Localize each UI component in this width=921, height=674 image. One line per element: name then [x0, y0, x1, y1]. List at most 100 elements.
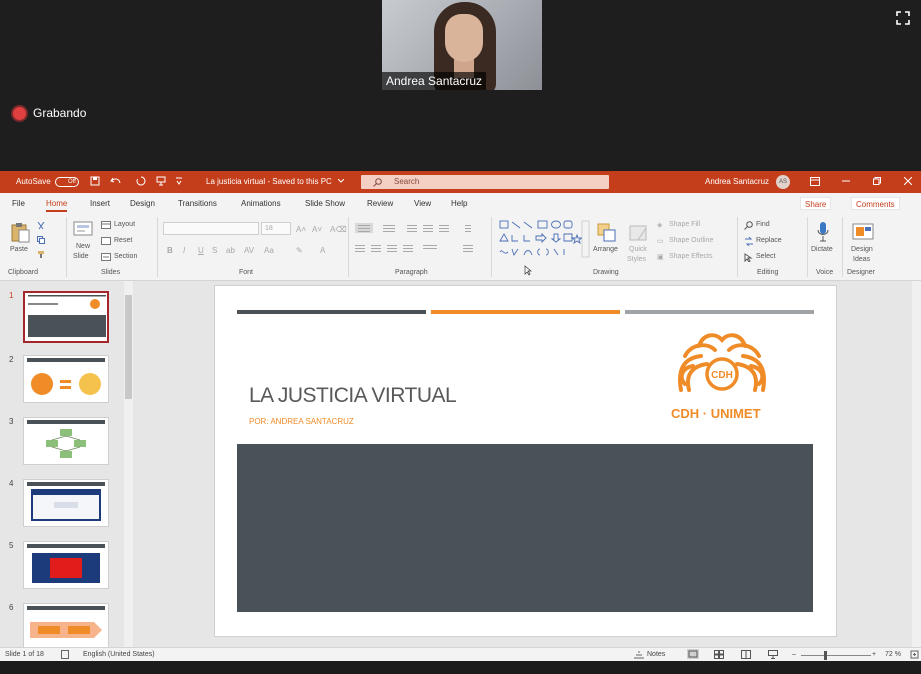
title-chevron-down-icon[interactable] — [338, 179, 344, 183]
slide-thumbnail-4[interactable] — [23, 479, 109, 527]
format-painter-icon[interactable] — [37, 250, 46, 259]
autosave-control[interactable]: AutoSave Off — [16, 177, 79, 187]
tab-animations[interactable]: Animations — [241, 199, 281, 208]
top-bar-3 — [625, 310, 814, 314]
design-ideas-icon[interactable] — [852, 221, 874, 241]
highlight-icon[interactable]: ✎ — [296, 246, 303, 255]
zoom-slider-thumb[interactable] — [824, 651, 827, 660]
select-button[interactable]: Select — [756, 253, 775, 260]
search-input[interactable]: Search — [361, 175, 609, 189]
zoom-level[interactable]: 72 % — [885, 651, 901, 658]
layout-icon[interactable] — [101, 221, 111, 229]
slideshow-view-icon[interactable] — [768, 650, 778, 659]
font-color-icon[interactable]: A — [320, 246, 325, 255]
autosave-toggle[interactable]: Off — [54, 177, 79, 187]
current-slide[interactable]: CDH LA JUSTICIA VIRTUAL POR: ANDREA SANT… — [215, 286, 836, 636]
tab-slide-show[interactable]: Slide Show — [305, 199, 345, 208]
participant-video[interactable]: Andrea Santacruz — [382, 0, 542, 90]
microphone-icon[interactable] — [816, 221, 830, 243]
slide-subtitle[interactable]: POR: ANDREA SANTACRUZ — [249, 417, 354, 426]
ribbon-divider — [66, 217, 67, 277]
reading-view-icon[interactable] — [741, 650, 751, 659]
customize-toolbar-icon[interactable] — [176, 177, 182, 185]
tab-help[interactable]: Help — [451, 199, 467, 208]
tab-view[interactable]: View — [414, 199, 431, 208]
comments-button[interactable]: Comments — [851, 197, 900, 210]
alignment-icons[interactable] — [355, 243, 475, 253]
slide-thumbnail-1[interactable] — [23, 291, 109, 343]
italic-icon[interactable]: I — [183, 246, 185, 255]
tab-home[interactable]: Home — [46, 199, 68, 212]
character-spacing-icon[interactable]: AV — [244, 246, 254, 255]
slide-thumbnail-6[interactable] — [23, 603, 109, 647]
quick-styles-icon[interactable] — [628, 222, 650, 244]
tab-review[interactable]: Review — [367, 199, 393, 208]
normal-view-icon[interactable] — [687, 649, 699, 659]
reset-icon[interactable] — [101, 237, 111, 245]
thumbnails-scrollbar[interactable] — [124, 281, 133, 647]
slide-title[interactable]: LA JUSTICIA VIRTUAL — [249, 384, 457, 408]
tab-file[interactable]: File — [12, 199, 25, 208]
clear-format-icon[interactable]: A⌫ — [330, 225, 347, 234]
tab-insert[interactable]: Insert — [90, 199, 110, 208]
thumbnail-1-preview — [28, 295, 106, 337]
zoom-out-button[interactable]: – — [792, 651, 796, 658]
font-size-box[interactable]: 18 — [261, 222, 291, 235]
zoom-slider[interactable] — [801, 655, 871, 656]
zoom-in-button[interactable]: + — [872, 651, 876, 658]
replace-icon — [745, 237, 753, 246]
cut-icon[interactable] — [37, 222, 45, 230]
bold-icon[interactable]: B — [167, 246, 173, 255]
slide-sorter-icon[interactable] — [714, 650, 724, 659]
new-slide-icon[interactable] — [73, 221, 93, 239]
increase-font-icon[interactable]: A˄ — [296, 225, 306, 234]
spellcheck-icon[interactable] — [61, 650, 69, 659]
fit-to-window-icon[interactable] — [910, 650, 919, 659]
select-icon — [744, 253, 753, 262]
reset-button[interactable]: Reset — [114, 237, 132, 244]
underline-icon[interactable]: U — [198, 246, 204, 255]
slide-thumbnail-5[interactable] — [23, 541, 109, 589]
tab-transitions[interactable]: Transitions — [178, 199, 217, 208]
shape-outline-button[interactable]: Shape Outline — [669, 237, 713, 244]
thumbnails-scroll-thumb[interactable] — [125, 295, 132, 399]
slide-scrollbar[interactable] — [912, 281, 921, 647]
undo-icon[interactable] — [110, 176, 122, 186]
redo-icon[interactable] — [136, 176, 146, 186]
tab-design[interactable]: Design — [130, 199, 155, 208]
save-icon[interactable] — [90, 176, 100, 186]
top-bar-1 — [237, 310, 426, 314]
fullscreen-icon[interactable] — [896, 11, 910, 25]
close-icon[interactable] — [904, 177, 912, 185]
share-button[interactable]: Share — [800, 197, 832, 210]
minimize-icon[interactable] — [842, 180, 850, 182]
list-and-indent-icons[interactable] — [355, 223, 475, 233]
shape-fill-button[interactable]: Shape Fill — [669, 221, 700, 228]
paste-icon[interactable] — [9, 221, 31, 243]
slide-thumbnail-3[interactable] — [23, 417, 109, 465]
design-ideas-label-1: Design — [851, 246, 873, 253]
copy-icon[interactable] — [37, 236, 45, 244]
shape-effects-icon: ▣ — [657, 254, 664, 261]
font-name-box[interactable] — [163, 222, 259, 235]
shape-effects-button[interactable]: Shape Effects — [669, 253, 712, 260]
user-name[interactable]: Andrea Santacruz — [705, 177, 769, 186]
layout-button[interactable]: Layout — [114, 221, 135, 228]
replace-button[interactable]: Replace — [756, 237, 782, 244]
slide-thumbnail-2[interactable] — [23, 355, 109, 403]
ribbon-display-icon[interactable] — [810, 177, 820, 186]
present-icon[interactable] — [156, 176, 166, 186]
find-button[interactable]: Find — [756, 221, 770, 228]
change-case-icon[interactable]: Aa — [264, 246, 274, 255]
language-indicator[interactable]: English (United States) — [83, 651, 155, 658]
arrange-icon[interactable] — [596, 222, 618, 244]
decrease-font-icon[interactable]: A˅ — [312, 225, 322, 234]
strikethrough-icon[interactable]: S — [212, 246, 217, 255]
section-icon[interactable] — [101, 253, 111, 261]
section-button[interactable]: Section — [114, 253, 137, 260]
shapes-gallery-icon[interactable] — [498, 219, 590, 259]
restore-icon[interactable] — [873, 177, 881, 185]
notes-button[interactable]: Notes — [647, 651, 665, 658]
shadow-icon[interactable]: ab — [226, 246, 235, 255]
user-avatar[interactable]: AS — [776, 175, 790, 189]
